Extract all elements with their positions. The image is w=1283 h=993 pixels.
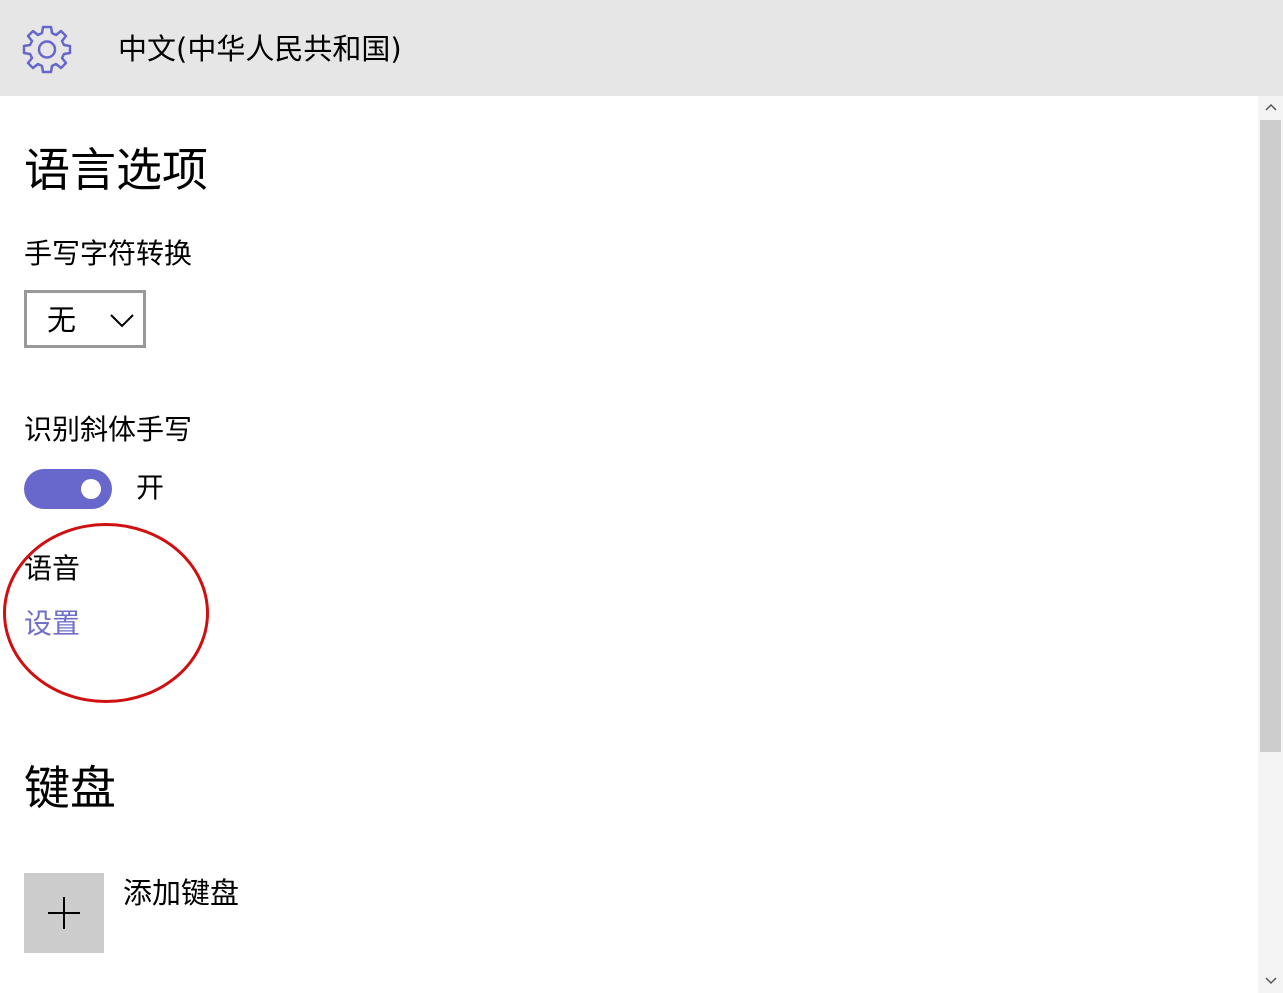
scroll-down-arrow-icon[interactable]	[1264, 976, 1278, 986]
chevron-down-icon	[110, 314, 134, 328]
gear-icon	[22, 25, 72, 74]
section-title-language-options: 语言选项	[24, 143, 208, 197]
toggle-knob	[81, 479, 101, 499]
page-title: 中文(中华人民共和国)	[118, 32, 402, 66]
main-content: 语言选项 手写字符转换 无 识别斜体手写 开 语音 设置 键盘 添加键盘	[0, 96, 1258, 993]
add-keyboard-label[interactable]: 添加键盘	[123, 875, 239, 911]
vertical-scrollbar[interactable]	[1258, 96, 1283, 993]
toggle-state-label: 开	[136, 471, 165, 504]
section-title-keyboard: 键盘	[24, 761, 116, 815]
italic-handwriting-label: 识别斜体手写	[24, 413, 193, 446]
add-keyboard-button[interactable]	[24, 873, 104, 953]
italic-handwriting-toggle[interactable]	[24, 469, 112, 509]
dropdown-selected-value: 无	[47, 303, 77, 337]
header-bar: 中文(中华人民共和国)	[0, 0, 1283, 96]
annotation-circle	[3, 523, 209, 703]
scrollbar-thumb[interactable]	[1260, 120, 1281, 752]
plus-icon	[48, 897, 80, 929]
scroll-up-arrow-icon[interactable]	[1264, 102, 1278, 112]
handwriting-conversion-label: 手写字符转换	[24, 237, 193, 270]
handwriting-conversion-dropdown[interactable]: 无	[24, 290, 146, 348]
